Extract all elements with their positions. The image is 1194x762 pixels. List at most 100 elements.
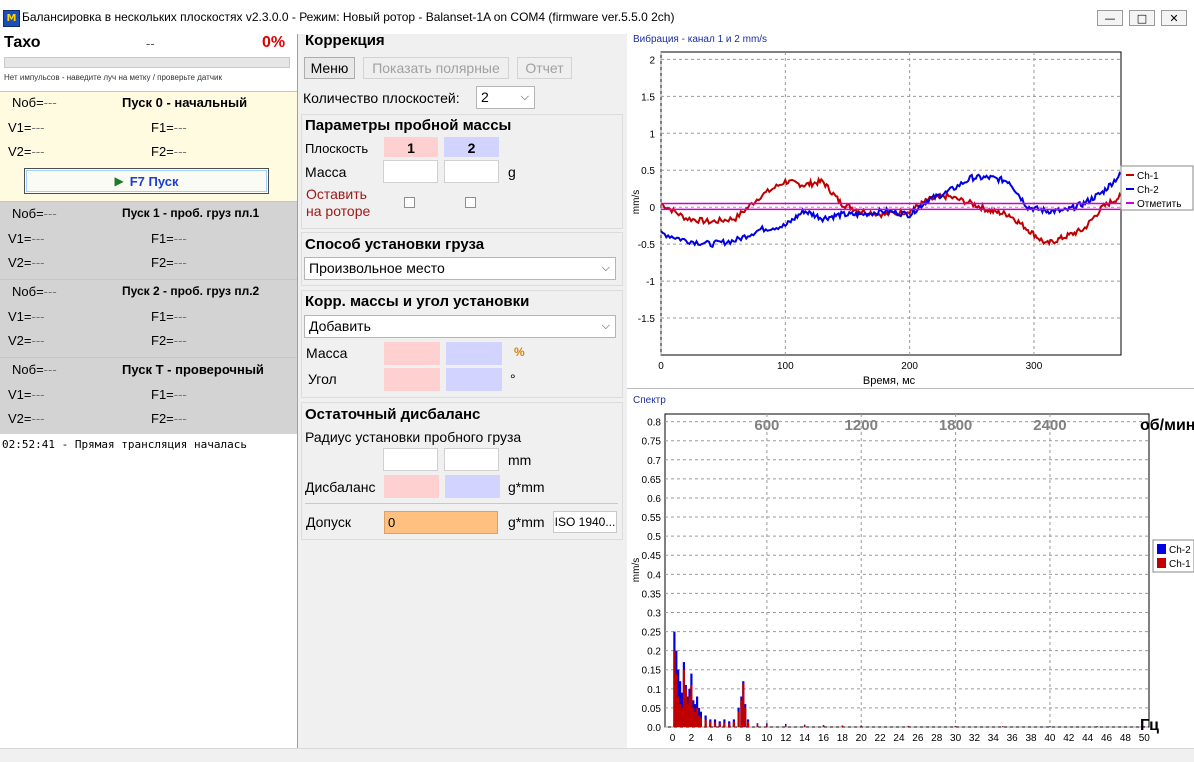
legend-spec-ch2: Ch-2 xyxy=(1169,545,1191,556)
spectrum-x-tick: 38 xyxy=(1026,733,1038,744)
run-t-v1: V1=--- xyxy=(8,387,45,402)
spectrum-x-tick: 22 xyxy=(875,733,887,744)
spectrum-y-tick: 0.35 xyxy=(642,589,662,600)
spectrum-rpm-label: 1200 xyxy=(845,417,878,434)
vibration-y-tick: -1.5 xyxy=(638,314,656,325)
spectrum-y-tick: 0.0 xyxy=(647,723,661,734)
tolerance-unit: g*mm xyxy=(508,514,545,530)
mount-method-select[interactable]: Произвольное место⌵ xyxy=(304,257,616,280)
vibration-x-label: Время, мс xyxy=(863,375,916,387)
spectrum-x-tick: 44 xyxy=(1082,733,1094,744)
trial-mass-plane-1-input[interactable] xyxy=(383,160,438,183)
correction-angle-label: Угол xyxy=(308,371,337,387)
spectrum-plot-area xyxy=(665,414,1149,727)
spectrum-bar-ch-1 xyxy=(747,721,749,727)
leave-plane-1-checkbox[interactable] xyxy=(404,197,415,208)
run-1-block[interactable]: Nоб=--- Пуск 1 - проб. груз пл.1 V1=--- … xyxy=(0,201,297,279)
menu-button[interactable]: Меню xyxy=(304,57,355,79)
correction-mass-title: Корр. массы и угол установки xyxy=(305,293,529,310)
correction-mass-plane-2 xyxy=(446,342,502,365)
spectrum-bar-ch-1 xyxy=(675,674,677,727)
tolerance-input[interactable]: 0 xyxy=(384,511,498,534)
legend-ch1: Ch-1 xyxy=(1137,171,1159,182)
spectrum-legend: Ch-2 Ch-1 xyxy=(1153,540,1194,572)
tacho-progress-bar xyxy=(4,57,290,68)
spectrum-bar-ch-1 xyxy=(861,726,863,727)
spectrum-bar-ch-1 xyxy=(688,697,690,728)
spectrum-y-tick: 0.8 xyxy=(647,418,661,429)
log-line: 02:52:41 - Прямая трансляция началась xyxy=(2,438,247,451)
spectrum-bar-ch-1 xyxy=(766,725,768,727)
spectrum-y-tick: 0.05 xyxy=(642,704,662,715)
spectrum-bar-ch-1 xyxy=(1002,726,1004,727)
vibration-chart-title: Вибрация - канал 1 и 2 mm/s xyxy=(633,33,767,45)
spectrum-bar-ch-1 xyxy=(705,719,707,727)
run-1-n: Nоб=--- xyxy=(12,206,57,221)
residual-title: Остаточный дисбаланс xyxy=(305,406,480,423)
run-1-f1: F1=--- xyxy=(151,231,187,246)
run-1-v2: V2=--- xyxy=(8,255,45,270)
spectrum-bar-ch-1 xyxy=(733,721,735,727)
spectrum-rpm-label: 2400 xyxy=(1033,417,1066,434)
planes-label: Количество плоскостей: xyxy=(303,90,460,106)
run-t-f1: F1=--- xyxy=(151,387,187,402)
spectrum-x-unit: Гц xyxy=(1140,717,1159,734)
tacho-label: Тахо xyxy=(4,34,41,52)
spectrum-y-tick: 0.7 xyxy=(647,456,661,467)
spectrum-y-tick: 0.25 xyxy=(642,628,662,639)
planes-select[interactable]: 2⌵ xyxy=(476,86,535,109)
vibration-x-tick: 0 xyxy=(658,361,664,372)
close-button[interactable]: ✕ xyxy=(1161,10,1187,26)
spectrum-x-tick: 40 xyxy=(1044,733,1056,744)
f7-start-button[interactable]: ▶F7 Пуск xyxy=(24,168,269,194)
chevron-down-icon: ⌵ xyxy=(602,258,610,279)
run-2-v2: V2=--- xyxy=(8,333,45,348)
vibration-y-tick: -0.5 xyxy=(638,240,656,251)
spectrum-x-tick: 0 xyxy=(670,733,676,744)
leave-plane-2-checkbox[interactable] xyxy=(465,197,476,208)
iso-1940-button[interactable]: ISO 1940... xyxy=(553,511,617,533)
spectrum-x-tick: 2 xyxy=(689,733,695,744)
report-button[interactable]: Отчет xyxy=(517,57,572,79)
spectrum-bar-ch-1 xyxy=(738,712,740,727)
spectrum-chart: Спектр 0.80.750.70.650.60.550.50.450.40.… xyxy=(627,390,1194,748)
trial-mass-plane-2-input[interactable] xyxy=(444,160,499,183)
spectrum-x-tick: 42 xyxy=(1063,733,1075,744)
spectrum-bar-ch-1 xyxy=(692,708,694,727)
imbalance-unit: g*mm xyxy=(508,479,545,495)
spectrum-x-tick: 14 xyxy=(799,733,811,744)
radius-plane-1-input[interactable] xyxy=(383,448,438,471)
vibration-y-label: mm/s xyxy=(631,190,642,214)
spectrum-bar-ch-1 xyxy=(757,724,759,727)
correction-type-select[interactable]: Добавить⌵ xyxy=(304,315,616,338)
app-icon: M xyxy=(3,10,20,27)
spectrum-x-tick: 8 xyxy=(745,733,751,744)
run-0-f1: F1=--- xyxy=(151,120,187,135)
run-t-n: Nоб=--- xyxy=(12,362,57,377)
trial-mass-title: Параметры пробной массы xyxy=(305,117,511,134)
run-0-f2: F2=--- xyxy=(151,144,187,159)
minimize-button[interactable]: — xyxy=(1097,10,1123,26)
run-2-f1: F1=--- xyxy=(151,309,187,324)
correction-mass-plane-1 xyxy=(384,342,440,365)
show-polar-button[interactable]: Показать полярные xyxy=(363,57,509,79)
run-t-title: Пуск Т - проверочный xyxy=(122,362,264,377)
spectrum-x-tick: 24 xyxy=(893,733,905,744)
spectrum-x-tick: 48 xyxy=(1120,733,1132,744)
spectrum-y-tick: 0.6 xyxy=(647,494,661,505)
radius-plane-2-input[interactable] xyxy=(444,448,499,471)
maximize-button[interactable]: □ xyxy=(1129,10,1155,26)
correction-angle-plane-1 xyxy=(384,368,440,391)
spectrum-bar-ch-1 xyxy=(723,722,725,727)
legend-mark: Отметить xyxy=(1137,199,1181,210)
spectrum-bar-ch-1 xyxy=(955,726,957,727)
spectrum-x-tick: 20 xyxy=(856,733,868,744)
window-title: Балансировка в нескольких плоскостях v2.… xyxy=(22,10,674,24)
vibration-y-tick: -1 xyxy=(646,277,655,288)
run-2-block[interactable]: Nоб=--- Пуск 2 - проб. груз пл.2 V1=--- … xyxy=(0,279,297,357)
run-t-block[interactable]: Nоб=--- Пуск Т - проверочный V1=--- F1=-… xyxy=(0,357,297,434)
vibration-y-tick: 0.5 xyxy=(641,166,655,177)
spectrum-bar-ch-1 xyxy=(700,718,702,728)
run-0-v1: V1=--- xyxy=(8,120,45,135)
tolerance-label: Допуск xyxy=(306,514,351,530)
